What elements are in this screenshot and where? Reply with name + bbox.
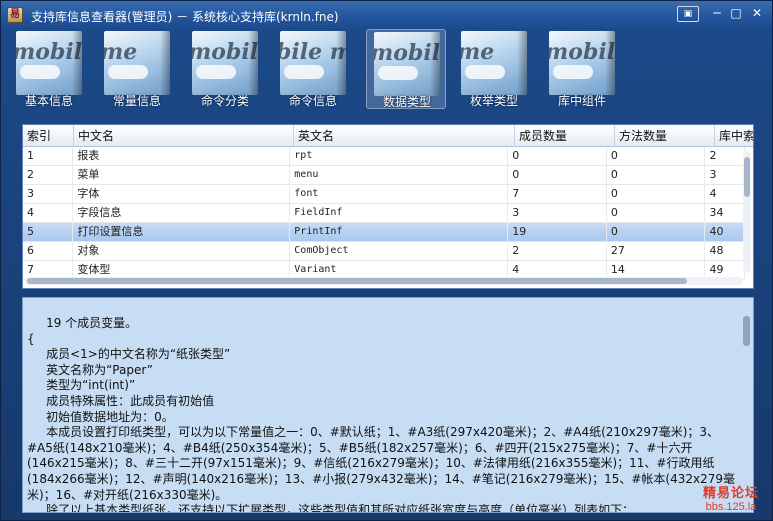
detail-text-panel[interactable]: 19 个成员变量。 { 成员<1>的中文名称为“纸张类型” 英文名称为“Pape…: [22, 297, 754, 513]
column-header-index[interactable]: 索引: [23, 125, 74, 147]
toolbar-button-command-categories[interactable]: mobile 命令分类: [185, 29, 265, 109]
column-header-member-count[interactable]: 成员数量: [515, 125, 615, 147]
forum-watermark: 精易论坛 bbs.125.la: [691, 482, 771, 513]
mobileme-thumbnail-icon: mobile: [374, 32, 440, 96]
column-header-method-count[interactable]: 方法数量: [615, 125, 715, 147]
mobileme-thumbnail-icon: me: [461, 31, 527, 95]
app-icon[interactable]: 易: [7, 7, 23, 23]
cell-index: 1: [23, 147, 74, 165]
mobileme-thumbnail-icon: mobile: [192, 31, 258, 95]
detail-vertical-scrollbar[interactable]: [743, 316, 750, 506]
mobileme-thumbnail-icon: mobile me: [549, 31, 615, 95]
cell-library-index: 40: [705, 223, 745, 241]
toolbar-label: 常量信息: [112, 94, 161, 108]
cell-member-count: 3: [508, 204, 607, 222]
toolbar-button-commands[interactable]: bile me 命令信息: [273, 29, 353, 109]
cell-english-name: FieldInf: [290, 204, 509, 222]
title-bar[interactable]: 易 支持库信息查看器(管理员) － 系统核心支持库(krnln.fne) ▣ ─…: [1, 1, 772, 29]
close-button[interactable]: ✕: [746, 6, 768, 22]
cell-library-index: 48: [705, 242, 745, 260]
cell-chinese-name: 字段信息: [73, 204, 291, 222]
maximize-button[interactable]: □: [725, 6, 747, 22]
cell-method-count: 0: [607, 185, 706, 203]
toolbar-label: 数据类型: [382, 95, 431, 109]
data-type-table: 索引 中文名 英文名 成员数量 方法数量 库中索 1 报表 rpt 0 0 2 …: [22, 124, 754, 289]
cell-member-count: 7: [508, 185, 607, 203]
cell-library-index: 4: [705, 185, 745, 203]
mobileme-thumbnail-icon: bile me: [280, 31, 346, 95]
scrollbar-thumb[interactable]: [27, 278, 687, 284]
toolbar-label: 基本信息: [24, 94, 73, 108]
table-row-selected[interactable]: 5 打印设置信息 PrintInf 19 0 40: [23, 223, 745, 242]
cell-english-name: ComObject: [290, 242, 509, 260]
column-header-library-index[interactable]: 库中索: [715, 125, 753, 147]
cell-library-index: 3: [705, 166, 745, 184]
window-title: 支持库信息查看器(管理员) － 系统核心支持库(krnln.fne): [31, 10, 339, 24]
cell-chinese-name: 报表: [73, 147, 291, 165]
cell-index: 3: [23, 185, 74, 203]
cell-english-name: font: [290, 185, 509, 203]
cell-method-count: 0: [607, 166, 706, 184]
table-row[interactable]: 4 字段信息 FieldInf 3 0 34: [23, 204, 745, 223]
cell-chinese-name: 菜单: [73, 166, 291, 184]
column-header-english-name[interactable]: 英文名: [294, 125, 515, 147]
mobileme-thumbnail-icon: mobile: [16, 31, 82, 95]
table-row[interactable]: 2 菜单 menu 0 0 3: [23, 166, 745, 185]
cell-method-count: 0: [607, 204, 706, 222]
table-row[interactable]: 1 报表 rpt 0 0 2: [23, 147, 745, 166]
cell-member-count: 0: [508, 166, 607, 184]
cell-index: 5: [23, 223, 74, 241]
cell-english-name: menu: [290, 166, 509, 184]
toolbar-label: 命令分类: [200, 94, 249, 108]
cell-index: 2: [23, 166, 74, 184]
toolbar-button-data-types[interactable]: mobile 数据类型: [366, 29, 446, 109]
cell-chinese-name: 对象: [73, 242, 291, 260]
table-row[interactable]: 6 对象 ComObject 2 27 48: [23, 242, 745, 261]
cell-chinese-name: 打印设置信息: [73, 223, 291, 241]
watermark-url: bbs.125.la: [705, 501, 757, 513]
table-row[interactable]: 3 字体 font 7 0 4: [23, 185, 745, 204]
scrollbar-thumb[interactable]: [744, 157, 750, 197]
app-window: 易 支持库信息查看器(管理员) － 系统核心支持库(krnln.fne) ▣ ─…: [0, 0, 773, 521]
table-header: 索引 中文名 英文名 成员数量 方法数量 库中索: [23, 125, 753, 147]
window-menu-button[interactable]: ▣: [677, 6, 699, 22]
toolbar-label: 命令信息: [288, 94, 337, 108]
cell-member-count: 2: [508, 242, 607, 260]
cell-library-index: 34: [705, 204, 745, 222]
table-vertical-scrollbar[interactable]: [743, 151, 751, 273]
cell-member-count: 19: [508, 223, 607, 241]
detail-text: 19 个成员变量。 { 成员<1>的中文名称为“纸张类型” 英文名称为“Pape…: [27, 316, 735, 513]
cell-library-index: 2: [705, 147, 745, 165]
scrollbar-thumb[interactable]: [743, 316, 750, 346]
toolbar-label: 库中组件: [557, 94, 606, 108]
table-horizontal-scrollbar[interactable]: [25, 277, 743, 285]
cell-english-name: PrintInf: [290, 223, 509, 241]
cell-english-name: rpt: [290, 147, 509, 165]
watermark-title: 精易论坛: [702, 486, 759, 501]
cell-method-count: 0: [607, 147, 706, 165]
toolbar-button-constants[interactable]: me 常量信息: [97, 29, 177, 109]
toolbar-button-enum-types[interactable]: me 枚举类型: [454, 29, 534, 109]
column-header-chinese-name[interactable]: 中文名: [74, 125, 294, 147]
cell-chinese-name: 字体: [73, 185, 291, 203]
toolbar-button-components[interactable]: mobile me 库中组件: [542, 29, 622, 109]
cell-method-count: 27: [607, 242, 706, 260]
category-toolbar: mobile 基本信息 me 常量信息 mobile 命令分类 bile me …: [9, 29, 769, 111]
cell-index: 4: [23, 204, 74, 222]
toolbar-button-basic-info[interactable]: mobile 基本信息: [9, 29, 89, 109]
mobileme-thumbnail-icon: me: [104, 31, 170, 95]
table-body: 1 报表 rpt 0 0 2 2 菜单 menu 0 0 3 3 字体 font…: [23, 147, 745, 280]
toolbar-label: 枚举类型: [469, 94, 518, 108]
cell-method-count: 0: [607, 223, 706, 241]
cell-member-count: 0: [508, 147, 607, 165]
cell-index: 6: [23, 242, 74, 260]
